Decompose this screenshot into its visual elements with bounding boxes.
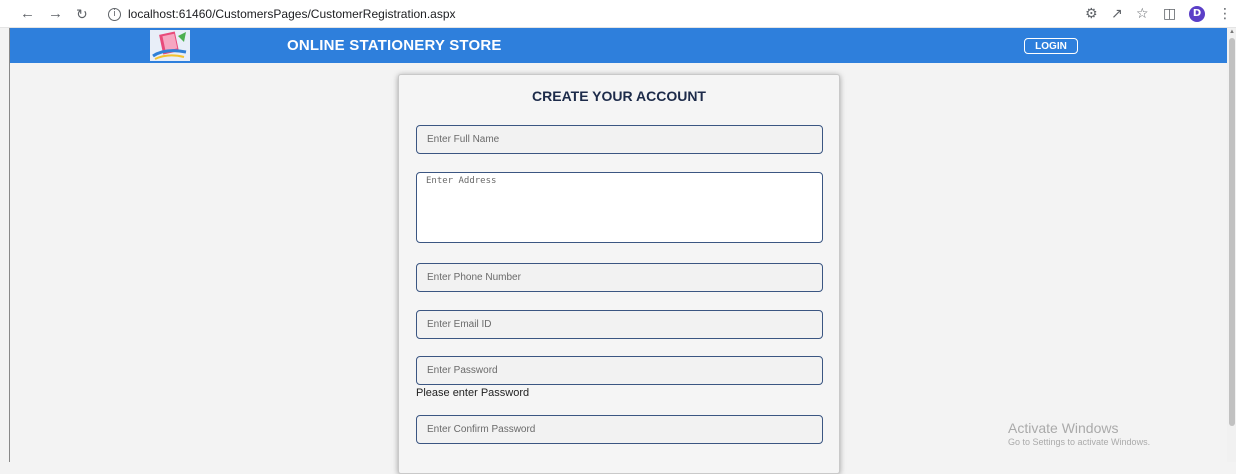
confirm-password-input[interactable] [416,415,823,444]
password-validation-message: Please enter Password [416,387,530,399]
form-title: CREATE YOUR ACCOUNT [532,88,706,104]
browser-toolbar: ← → ↻ i localhost:61460/CustomersPages/C… [0,0,1236,28]
phone-number-input[interactable] [416,263,823,292]
key-icon[interactable]: ⚙ [1085,5,1098,23]
profile-avatar[interactable]: D [1189,6,1205,22]
activate-windows-subtitle: Go to Settings to activate Windows. [1008,437,1151,447]
stationery-logo-icon [150,30,190,61]
reload-icon[interactable]: ↻ [76,5,88,23]
side-panel-icon[interactable]: ◫ [1163,5,1176,23]
url-host: localhost [128,7,176,21]
menu-icon[interactable]: ⋮ [1218,5,1232,23]
site-title: ONLINE STATIONERY STORE [287,37,502,54]
full-name-input[interactable] [416,125,823,154]
site-header: ONLINE STATIONERY STORE LOGIN [10,28,1227,63]
back-icon[interactable]: ← [20,5,35,23]
page-border [9,28,10,462]
url-path: :61460/CustomersPages/CustomerRegistrati… [175,7,456,21]
email-input[interactable] [416,310,823,339]
star-icon[interactable]: ☆ [1136,5,1149,23]
activate-windows-title: Activate Windows [1008,420,1119,436]
scroll-up-icon[interactable]: ▲ [1229,29,1235,35]
forward-icon[interactable]: → [48,5,63,23]
address-bar[interactable]: i localhost:61460/CustomersPages/Custome… [104,4,1232,24]
url-text[interactable]: localhost:61460/CustomersPages/CustomerR… [128,7,456,21]
scrollbar-thumb[interactable] [1229,38,1235,426]
share-icon[interactable]: ↗ [1111,5,1123,23]
site-info-icon[interactable]: i [108,7,121,21]
registration-card: CREATE YOUR ACCOUNT Please enter Passwor… [398,74,840,474]
address-textarea[interactable] [416,172,823,243]
login-button[interactable]: LOGIN [1024,38,1078,54]
password-input[interactable] [416,356,823,385]
